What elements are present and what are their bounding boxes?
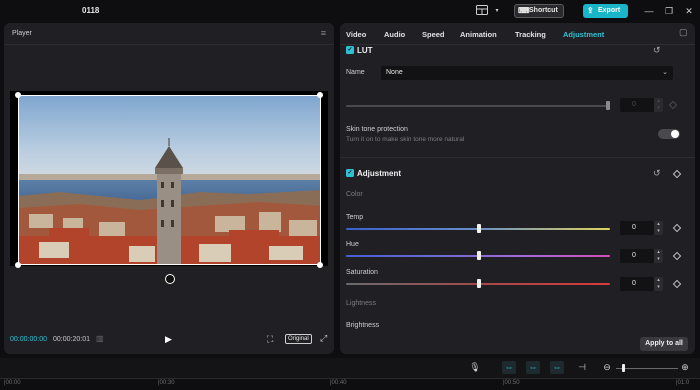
resize-handle-top-left[interactable]	[15, 92, 21, 98]
play-icon[interactable]: ▶	[165, 334, 175, 344]
temp-label: Temp	[346, 214, 364, 221]
magnet-snap-icon[interactable]: ⇔	[526, 361, 540, 374]
title-bar: 0118 ▾ ⌨ Shortcut ⇪ Export — ❐ ✕	[0, 0, 700, 22]
layout-icon[interactable]	[475, 5, 489, 17]
tab-adjustment[interactable]: Adjustment	[563, 30, 604, 39]
collapse-icon[interactable]: ▢	[679, 27, 688, 38]
export-label: Export	[598, 7, 621, 14]
timeline-toolbar: 🎙 ⇔ ⇔ ⇔ ⊣ ⊖ ⊕	[0, 358, 700, 378]
export-upload-icon: ⇪	[587, 6, 594, 15]
resize-handle-top-right[interactable]	[317, 92, 323, 98]
adjustment-checkbox[interactable]: ✓	[346, 169, 354, 177]
player-title: Player	[12, 30, 32, 37]
lut-intensity-input[interactable]: 0	[620, 98, 654, 112]
player-header: Player ≡	[4, 23, 334, 45]
saturation-label: Saturation	[346, 269, 378, 276]
hue-label: Hue	[346, 241, 359, 248]
ruler-tick-label: |00:50	[503, 380, 520, 386]
lightness-heading: Lightness	[346, 300, 376, 307]
color-heading: Color	[346, 191, 363, 198]
timeline-ruler[interactable]	[0, 378, 700, 390]
microphone-icon[interactable]: 🎙	[468, 361, 482, 374]
tab-bar: Video Audio Speed Animation Tracking Adj…	[340, 23, 695, 45]
export-button[interactable]: ⇪ Export	[583, 4, 628, 18]
toggle-knob	[671, 130, 679, 138]
keyframe-icon[interactable]	[672, 169, 682, 179]
skin-tone-label: Skin tone protection	[346, 126, 408, 133]
minimize-icon[interactable]: —	[642, 5, 656, 17]
adjustment-title: Adjustment	[357, 169, 401, 178]
video-preview[interactable]	[18, 95, 321, 265]
auto-link-icon[interactable]: ⇔	[550, 361, 564, 374]
shortcut-label: Shortcut	[529, 7, 558, 14]
lut-intensity-stepper[interactable]: ▴ ▾	[654, 98, 663, 112]
ruler-tick-label: |01:0	[676, 380, 690, 386]
saturation-stepper[interactable]: ▴ ▾	[654, 277, 663, 291]
saturation-input[interactable]: 0	[620, 277, 654, 291]
tab-audio[interactable]: Audio	[384, 30, 405, 39]
zoom-slider-thumb[interactable]	[622, 364, 625, 372]
shortcut-button[interactable]: ⌨ Shortcut	[514, 4, 564, 18]
current-time: 00:00:00:00	[10, 336, 47, 343]
lut-name-dropdown[interactable]: None ⌄	[381, 66, 673, 80]
keyframe-icon[interactable]	[672, 223, 682, 233]
temp-input[interactable]: 0	[620, 221, 654, 235]
lut-title: LUT	[357, 46, 373, 55]
lut-intensity-thumb[interactable]	[606, 101, 610, 110]
brightness-label: Brightness	[346, 322, 380, 329]
keyboard-icon: ⌨	[518, 6, 530, 15]
properties-panel: Video Audio Speed Animation Tracking Adj…	[340, 23, 695, 354]
tab-speed[interactable]: Speed	[422, 30, 445, 39]
keyframe-icon[interactable]	[672, 279, 682, 289]
fullscreen-icon[interactable]: ⤢	[320, 333, 327, 344]
aspect-ratio-button[interactable]: Original	[285, 334, 312, 344]
tab-tracking[interactable]: Tracking	[515, 30, 546, 39]
ruler-tick-label: |00:30	[158, 380, 175, 386]
apply-to-all-button[interactable]: Apply to all	[640, 337, 688, 351]
lut-name-value: None	[386, 69, 403, 76]
chevron-down-icon[interactable]: ▾	[490, 5, 504, 17]
ruler-tick-label: |00:40	[330, 380, 347, 386]
hue-input[interactable]: 0	[620, 249, 654, 263]
keyframe-icon[interactable]	[672, 251, 682, 261]
crop-icon[interactable]: ⛶	[267, 334, 273, 345]
tab-video[interactable]: Video	[346, 30, 366, 39]
skin-tone-toggle[interactable]	[658, 129, 680, 139]
maximize-icon[interactable]: ❐	[662, 5, 676, 17]
lut-intensity-slider[interactable]	[346, 105, 608, 107]
divider	[340, 157, 695, 158]
hue-stepper[interactable]: ▴ ▾	[654, 249, 663, 263]
ruler-tick-label: |00:00	[4, 380, 21, 386]
tab-animation[interactable]: Animation	[460, 30, 497, 39]
saturation-thumb[interactable]	[477, 279, 481, 288]
reset-icon[interactable]: ↺	[653, 45, 661, 56]
temp-thumb[interactable]	[477, 224, 481, 233]
zoom-out-icon[interactable]: ⊖	[600, 361, 614, 374]
link-clips-icon[interactable]: ⇔	[502, 361, 516, 374]
zoom-in-icon[interactable]: ⊕	[678, 361, 692, 374]
split-icon[interactable]: ⊣	[575, 361, 589, 374]
player-panel: Player ≡ 00:00:00:00 00:00:20:01 ▥ ▶ ⛶ O…	[4, 23, 334, 354]
rotate-handle[interactable]	[165, 274, 175, 284]
timecode-icon[interactable]: ▥	[96, 334, 110, 344]
menu-icon[interactable]: ≡	[321, 28, 326, 38]
close-icon[interactable]: ✕	[682, 5, 696, 17]
lut-name-label: Name	[346, 69, 365, 76]
keyframe-icon[interactable]	[668, 100, 678, 110]
resize-handle-bottom-left[interactable]	[15, 262, 21, 268]
project-title: 0118	[82, 6, 100, 15]
skin-tone-hint: Turn it on to make skin tone more natura…	[346, 136, 465, 143]
resize-handle-bottom-right[interactable]	[317, 262, 323, 268]
hue-thumb[interactable]	[477, 251, 481, 260]
reset-icon[interactable]: ↺	[653, 168, 661, 179]
istanbul-scene-image	[19, 96, 320, 264]
zoom-slider[interactable]	[616, 368, 678, 369]
temp-stepper[interactable]: ▴ ▾	[654, 221, 663, 235]
lut-checkbox[interactable]: ✓	[346, 46, 354, 54]
total-duration: 00:00:20:01	[53, 336, 90, 343]
chevron-down-icon: ⌄	[662, 69, 668, 76]
